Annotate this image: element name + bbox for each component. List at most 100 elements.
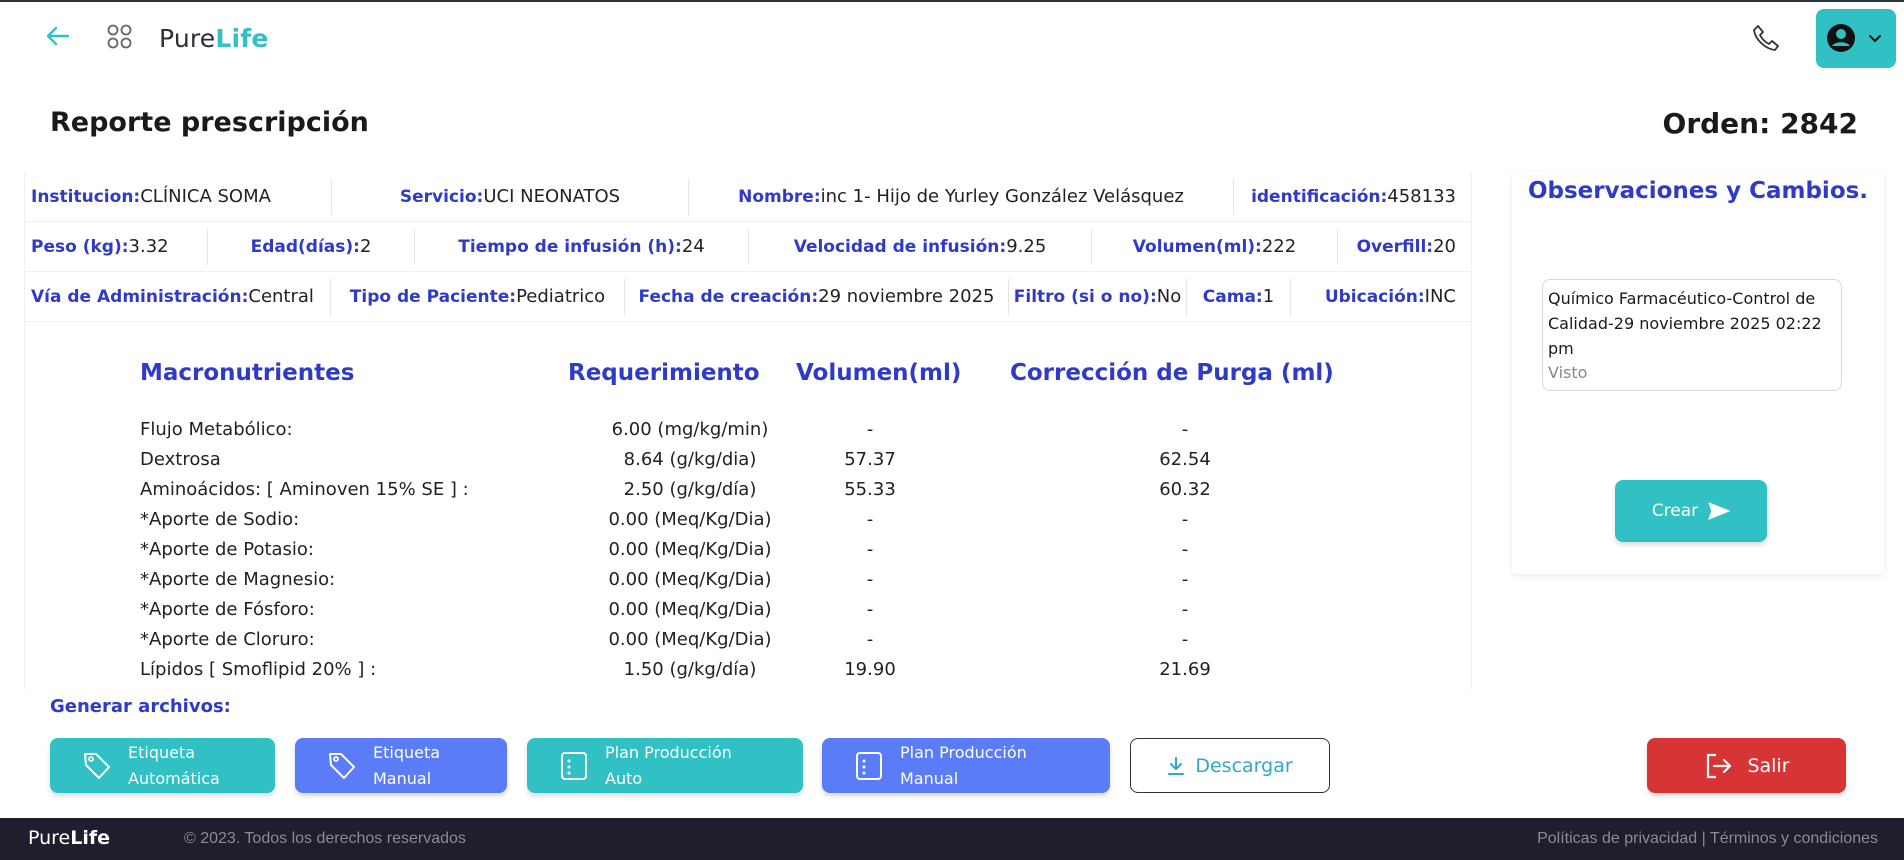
info-label: Velocidad de infusión: [793, 236, 1007, 257]
macro-volume: - [866, 509, 874, 530]
macro-header-volume: Volumen(ml) [796, 360, 962, 386]
macro-requirement: 6.00 (mg/kg/min) [611, 419, 769, 440]
macro-requirement: 8.64 (g/kg/dia) [623, 449, 757, 470]
info-ubicacion: Ubicación: INC [1291, 279, 1471, 315]
tag-icon [84, 753, 110, 779]
info-label: Institucion: [31, 186, 141, 207]
create-observation-button[interactable]: Crear [1615, 480, 1767, 542]
exit-label: Salir [1747, 754, 1790, 777]
macro-purge: 62.54 [1159, 449, 1211, 470]
download-icon [1168, 756, 1185, 775]
info-value: No [1156, 286, 1182, 307]
logo-pure-text: Pure [159, 24, 216, 53]
table-row: Lípidos [ Smoflipid 20% ] : 1.50 (g/kg/dí… [25, 655, 1471, 685]
table-row: *Aporte de Magnesio: 0.00 (Meq/Kg/Dia) - - [25, 565, 1471, 595]
info-label: Edad(días): [250, 236, 360, 257]
info-label: Ubicación: [1324, 286, 1425, 307]
info-nombre: Nombre: inc 1- Hijo de Yurley González Ve… [689, 178, 1234, 215]
production-plan-manual-button[interactable]: Plan Producción Manual [822, 738, 1110, 793]
footer-legal-links[interactable]: Políticas de privacidad | Términos y con… [1537, 830, 1878, 848]
phone-icon[interactable] [1750, 22, 1782, 54]
footer-logo-pure: Pure [28, 827, 71, 849]
label-manual-button[interactable]: Etiqueta Manual [295, 738, 507, 793]
info-label: Nombre: [738, 186, 821, 207]
info-peso: Peso (kg): 3.32 [25, 228, 208, 265]
macro-purge: 60.32 [1159, 479, 1211, 500]
macro-volume: 55.33 [844, 479, 896, 500]
info-identificacion: identificación: 458133 [1234, 179, 1471, 215]
order-label: Orden: [1662, 107, 1771, 140]
app-header: PureLife [0, 2, 1904, 74]
macro-purge: 21.69 [1159, 659, 1211, 680]
table-row: *Aporte de Fósforo: 0.00 (Meq/Kg/Dia) - - [25, 595, 1471, 625]
footer-copyright: © 2023. Todos los derechos reservados [184, 830, 466, 847]
info-value: 1 [1262, 286, 1275, 307]
info-fecha-creacion: Fecha de creación: 29 noviembre 2025 [625, 278, 1009, 315]
order-number: Orden: 2842 [1663, 107, 1858, 140]
macro-header-purge: Corrección de Purga (ml) [1010, 360, 1334, 386]
info-tipo-paciente: Tipo de Paciente: Pediatrico [331, 278, 625, 315]
label-auto-button[interactable]: Etiqueta Automática [50, 738, 275, 793]
macro-name: Dextrosa [140, 449, 221, 470]
logo-life-text: Life [215, 24, 269, 53]
info-cama: Cama: 1 [1187, 278, 1291, 315]
download-button[interactable]: Descargar [1130, 738, 1330, 793]
info-row-1: Institucion: CLÍNICA SOMA Servicio: UCI NE… [25, 172, 1471, 222]
back-arrow-icon[interactable] [44, 22, 72, 50]
macro-volume: - [866, 599, 874, 620]
create-button-label: Crear [1651, 501, 1699, 521]
info-label: Filtro (si o no): [1013, 286, 1157, 307]
info-label: Cama: [1202, 286, 1263, 307]
macro-requirement: 0.00 (Meq/Kg/Dia) [608, 569, 772, 590]
macro-requirement: 0.00 (Meq/Kg/Dia) [608, 509, 772, 530]
info-value: 458133 [1387, 186, 1456, 207]
info-label: Servicio: [399, 186, 484, 207]
macro-name: Flujo Metabólico: [140, 419, 293, 440]
observation-note: Químico Farmacéutico-Control de Calidad-… [1542, 279, 1842, 391]
production-plan-auto-button[interactable]: Plan Producción Auto [527, 738, 803, 793]
info-servicio: Servicio: UCI NEONATOS [332, 178, 689, 215]
macro-purge: - [1181, 509, 1189, 530]
macro-purge: - [1181, 629, 1189, 650]
info-value: 2 [359, 236, 372, 257]
macro-volume: 57.37 [844, 449, 896, 470]
info-institucion: Institucion: CLÍNICA SOMA [25, 178, 332, 215]
macro-name: *Aporte de Fósforo: [140, 599, 315, 620]
info-label: Volumen(ml): [1132, 236, 1262, 257]
apps-grid-icon[interactable] [106, 22, 134, 52]
info-velocidad-infusion: Velocidad de infusión: 9.25 [749, 228, 1092, 265]
macro-header-nutrient: Macronutrientes [140, 360, 355, 386]
info-label: Fecha de creación: [638, 286, 819, 307]
tag-icon [329, 753, 355, 779]
info-value: 222 [1261, 236, 1297, 257]
info-value: 29 noviembre 2025 [818, 286, 995, 307]
production-plan-manual-text: Plan Producción Manual [900, 743, 1027, 788]
table-row: Aminoácidos: [ Aminoven 15% SE ] : 2.50 (… [25, 475, 1471, 505]
macro-name: *Aporte de Potasio: [140, 539, 314, 560]
logout-icon [1707, 753, 1732, 778]
info-label: Peso (kg): [31, 236, 129, 257]
macro-volume: - [866, 629, 874, 650]
table-row: *Aporte de Cloruro: 0.00 (Meq/Kg/Dia) - - [25, 625, 1471, 655]
macro-name: Aminoácidos: [ Aminoven 15% SE ] : [140, 479, 469, 500]
label-manual-text: Etiqueta Manual [373, 743, 441, 788]
observations-panel: Observaciones y Cambios. Químico Farmacé… [1512, 172, 1884, 574]
info-value: INC [1424, 286, 1456, 307]
exit-button[interactable]: Salir [1647, 738, 1846, 793]
info-label: identificación: [1251, 186, 1388, 207]
footer-logo: PureLife [28, 827, 110, 849]
prescription-card: Institucion: CLÍNICA SOMA Servicio: UCI NE… [24, 172, 1472, 690]
table-row: Dextrosa 8.64 (g/kg/dia) 57.37 62.54 [25, 445, 1471, 475]
info-value: Central [248, 286, 314, 307]
info-tiempo-infusion: Tiempo de infusión (h): 24 [415, 228, 749, 265]
send-icon [1708, 502, 1730, 520]
production-plan-auto-text: Plan Producción Auto [605, 743, 732, 788]
info-value: UCI NEONATOS [483, 186, 621, 207]
macro-requirement: 0.00 (Meq/Kg/Dia) [608, 599, 772, 620]
macro-name: Lípidos [ Smoflipid 20% ] : [140, 659, 377, 680]
info-volumen: Volumen(ml): 222 [1092, 228, 1338, 265]
purelife-logo[interactable]: PureLife [159, 24, 269, 53]
table-row: *Aporte de Sodio: 0.00 (Meq/Kg/Dia) - - [25, 505, 1471, 535]
info-value: Pediatrico [516, 286, 606, 307]
user-menu-button[interactable] [1816, 9, 1896, 68]
